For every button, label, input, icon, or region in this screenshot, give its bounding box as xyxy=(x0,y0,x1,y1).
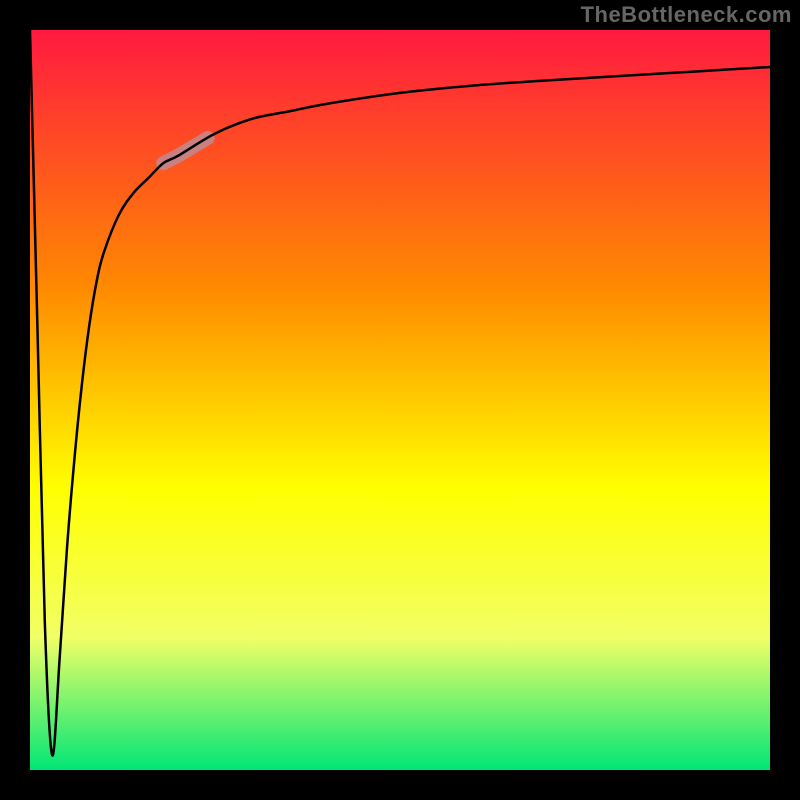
watermark: TheBottleneck.com xyxy=(581,2,792,28)
chart-area xyxy=(30,30,770,770)
bottleneck-chart xyxy=(30,30,770,770)
app-frame: TheBottleneck.com xyxy=(0,0,800,800)
gradient-background xyxy=(30,30,770,770)
